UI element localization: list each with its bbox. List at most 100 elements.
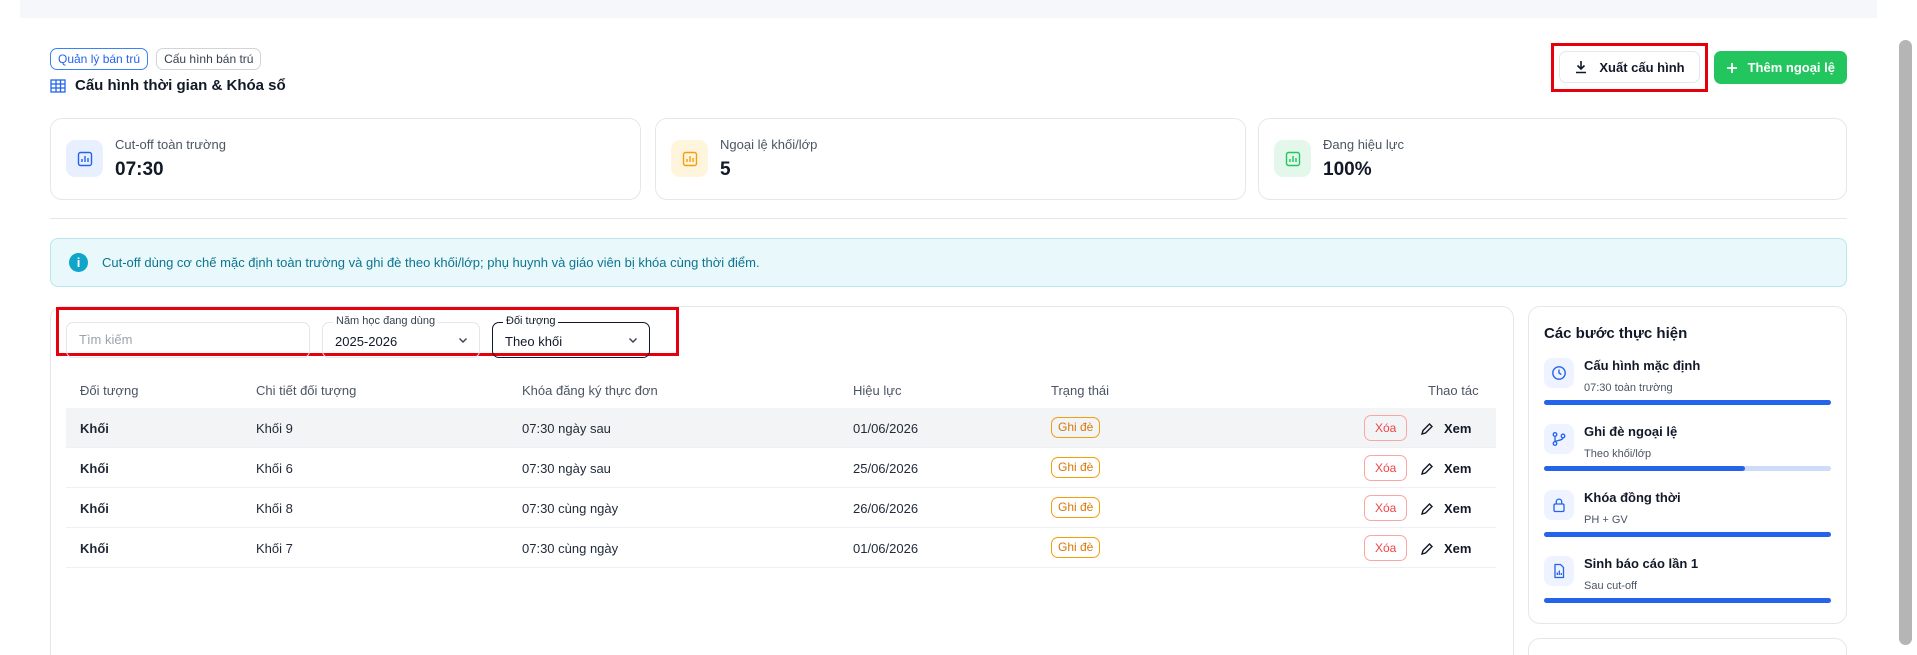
delete-button[interactable]: Xóa	[1364, 415, 1408, 441]
delete-button[interactable]: Xóa	[1364, 535, 1408, 561]
delete-button[interactable]: Xóa	[1364, 495, 1408, 521]
step-name: Sinh báo cáo lần 1	[1584, 556, 1699, 571]
column-header-actions: Thao tác	[1428, 383, 1479, 398]
cell-effective: 01/06/2026	[853, 421, 919, 436]
page: Quản lý bán trú Cấu hình bán trú Cấu hìn…	[0, 0, 1917, 655]
step-progress-fill	[1544, 532, 1831, 537]
steps-panel: Các bước thực hiện Cấu hình mặc định 07:…	[1528, 306, 1847, 624]
status-badge: Ghi đè	[1051, 417, 1101, 438]
table-row: Khối Khối 9 07:30 ngày sau 01/06/2026 Gh…	[66, 408, 1496, 448]
stat-label: Đang hiệu lực	[1323, 137, 1404, 152]
step-sub: Theo khối/lớp	[1584, 448, 1652, 460]
target-value: Theo khối	[505, 334, 563, 349]
step-icon-bg	[1544, 424, 1574, 454]
pencil-icon	[1420, 542, 1433, 555]
secondary-panel	[1528, 638, 1847, 655]
view-button[interactable]: Xem	[1420, 461, 1471, 476]
view-button[interactable]: Xem	[1420, 541, 1471, 556]
cell-target: Khối	[80, 461, 109, 476]
table-row: Khối Khối 8 07:30 cùng ngày 26/06/2026 G…	[66, 488, 1496, 528]
view-label: Xem	[1444, 421, 1472, 436]
step-progress-track	[1544, 598, 1831, 603]
cell-detail: Khối 8	[256, 501, 293, 516]
step-progress-fill	[1544, 598, 1831, 603]
export-config-button[interactable]: Xuất cấu hình	[1559, 51, 1700, 83]
step-progress-fill	[1544, 400, 1831, 405]
step-sub: Sau cut-off	[1584, 580, 1637, 592]
school-year-label: Năm học đang dùng	[333, 315, 439, 327]
view-label: Xem	[1444, 461, 1472, 476]
chart-icon	[1285, 151, 1300, 166]
school-year-select[interactable]: Năm học đang dùng 2025-2026	[322, 315, 480, 358]
stat-icon-bg	[66, 140, 103, 177]
step-icon-bg	[1544, 556, 1574, 586]
step-progress-fill	[1544, 466, 1745, 471]
table-row: Khối Khối 6 07:30 ngày sau 25/06/2026 Gh…	[66, 448, 1496, 488]
step-item: Cấu hình mặc định 07:30 toàn trường	[1544, 358, 1831, 418]
chart-icon	[77, 151, 92, 166]
cell-detail: Khối 6	[256, 461, 293, 476]
table-icon	[50, 78, 66, 93]
clock-icon	[1552, 366, 1566, 380]
info-text: Cut-off dùng cơ chế mặc định toàn trường…	[102, 255, 760, 270]
view-button[interactable]: Xem	[1420, 501, 1471, 516]
page-header: Quản lý bán trú Cấu hình bán trú Cấu hìn…	[50, 48, 286, 94]
scrollbar[interactable]	[1899, 40, 1912, 645]
column-header-effective: Hiệu lực	[853, 383, 902, 398]
breadcrumb: Quản lý bán trú Cấu hình bán trú	[50, 48, 286, 70]
pencil-icon	[1420, 502, 1433, 515]
breadcrumb-item-config[interactable]: Cấu hình bán trú	[156, 48, 262, 70]
status-badge: Ghi đè	[1051, 497, 1101, 518]
steps-title: Các bước thực hiện	[1544, 325, 1688, 342]
cell-target: Khối	[80, 421, 109, 436]
column-header-target: Đối tượng	[80, 383, 139, 398]
download-icon	[1576, 61, 1587, 74]
add-exception-button[interactable]: Thêm ngoại lệ	[1713, 51, 1847, 84]
status-badge: Ghi đè	[1051, 457, 1101, 478]
stat-label: Ngoại lệ khối/lớp	[720, 137, 818, 152]
view-label: Xem	[1444, 541, 1472, 556]
step-item: Khóa đồng thời PH + GV	[1544, 490, 1831, 550]
stat-icon-bg	[1274, 140, 1311, 177]
column-header-status: Trạng thái	[1051, 383, 1110, 398]
lock-icon	[1553, 498, 1565, 513]
view-button[interactable]: Xem	[1420, 421, 1471, 436]
status-badge: Ghi đè	[1051, 537, 1101, 558]
school-year-value: 2025-2026	[335, 334, 398, 349]
plus-icon	[1726, 62, 1737, 73]
cell-lock: 07:30 cùng ngày	[522, 541, 619, 556]
target-select[interactable]: Đối tượng Theo khối	[492, 315, 650, 358]
step-progress-track	[1544, 466, 1831, 471]
cell-effective: 01/06/2026	[853, 541, 919, 556]
step-icon-bg	[1544, 490, 1574, 520]
breadcrumb-item-residential[interactable]: Quản lý bán trú	[50, 48, 149, 70]
target-label: Đối tượng	[503, 315, 559, 327]
stat-card-exceptions: Ngoại lệ khối/lớp 5	[655, 118, 1246, 200]
cell-target: Khối	[80, 541, 109, 556]
cell-effective: 26/06/2026	[853, 501, 919, 516]
step-name: Ghi đè ngoại lệ	[1584, 424, 1678, 439]
stat-value: 100%	[1323, 159, 1372, 180]
stat-value: 07:30	[115, 159, 164, 180]
pencil-icon	[1420, 462, 1433, 475]
search-input[interactable]: Tìm kiếm	[66, 322, 310, 358]
step-name: Cấu hình mặc định	[1584, 358, 1701, 373]
column-header-lock: Khóa đăng ký thực đơn	[522, 383, 658, 398]
step-icon-bg	[1544, 358, 1574, 388]
delete-button[interactable]: Xóa	[1364, 455, 1408, 481]
add-exception-label: Thêm ngoại lệ	[1747, 60, 1835, 75]
chevron-down-icon	[459, 338, 467, 343]
cell-lock: 07:30 ngày sau	[522, 461, 611, 476]
step-sub: 07:30 toàn trường	[1584, 382, 1673, 394]
chart-icon	[682, 151, 697, 166]
branch-icon	[1552, 432, 1566, 446]
export-config-label: Xuất cấu hình	[1599, 59, 1685, 75]
info-banner: i Cut-off dùng cơ chế mặc định toàn trườ…	[50, 238, 1847, 287]
cell-effective: 25/06/2026	[853, 461, 919, 476]
table-row: Khối Khối 7 07:30 cùng ngày 01/06/2026 G…	[66, 528, 1496, 568]
info-icon: i	[69, 253, 88, 272]
step-item: Ghi đè ngoại lệ Theo khối/lớp	[1544, 424, 1831, 484]
step-sub: PH + GV	[1584, 514, 1628, 526]
cell-lock: 07:30 ngày sau	[522, 421, 611, 436]
report-icon	[1554, 563, 1565, 579]
